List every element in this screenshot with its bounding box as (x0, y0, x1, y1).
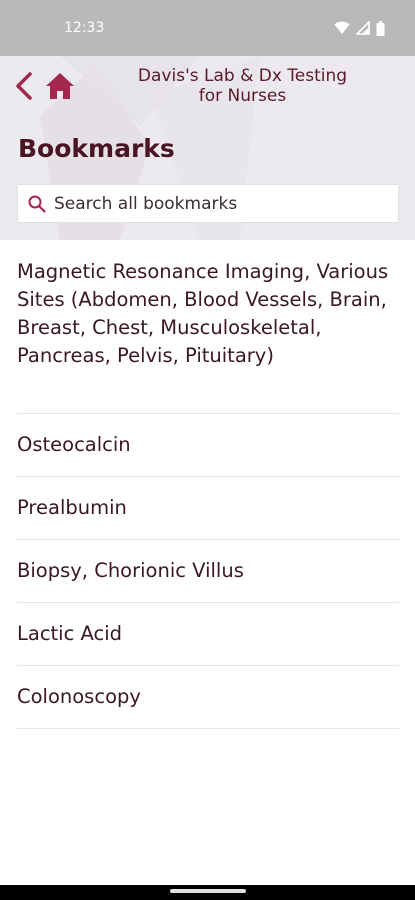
chevron-left-icon (16, 72, 32, 100)
bookmark-label: Magnetic Resonance Imaging, Various Site… (17, 260, 389, 367)
bookmark-label: Biopsy, Chorionic Villus (17, 559, 244, 582)
status-time: 12:33 (64, 20, 105, 36)
home-icon (46, 73, 74, 99)
page-title: Bookmarks (18, 134, 175, 163)
list-item[interactable]: Colonoscopy (17, 666, 399, 729)
app-title-line1: Davis's Lab & Dx Testing (137, 66, 348, 86)
battery-icon (376, 20, 385, 36)
top-navigation: Davis's Lab & Dx Testing for Nurses (0, 56, 415, 116)
list-item[interactable]: Prealbumin (17, 477, 399, 540)
app-title-line2: for Nurses (198, 86, 287, 106)
bookmark-label: Osteocalcin (17, 433, 131, 456)
bookmark-label: Lactic Acid (17, 622, 123, 645)
status-bar: 12:33 (0, 0, 415, 56)
app-title: Davis's Lab & Dx Testing for Nurses (80, 66, 405, 106)
home-gesture-handle[interactable] (170, 889, 246, 893)
bookmark-label: Colonoscopy (17, 685, 141, 708)
list-item[interactable]: Osteocalcin (17, 414, 399, 477)
list-item[interactable]: Magnetic Resonance Imaging, Various Site… (17, 240, 399, 414)
wifi-icon (334, 21, 350, 34)
list-item[interactable]: Biopsy, Chorionic Villus (17, 540, 399, 603)
header: Davis's Lab & Dx Testing for Nurses Book… (0, 56, 415, 240)
bookmark-label: Prealbumin (17, 496, 127, 519)
bookmark-list: Magnetic Resonance Imaging, Various Site… (0, 240, 415, 729)
signal-icon (356, 21, 370, 35)
status-icons (334, 20, 385, 36)
back-button[interactable] (8, 68, 40, 104)
search-bar[interactable] (17, 184, 399, 223)
list-item[interactable]: Lactic Acid (17, 603, 399, 666)
search-input[interactable] (54, 193, 384, 214)
search-icon (27, 194, 47, 214)
home-button[interactable] (42, 68, 78, 104)
